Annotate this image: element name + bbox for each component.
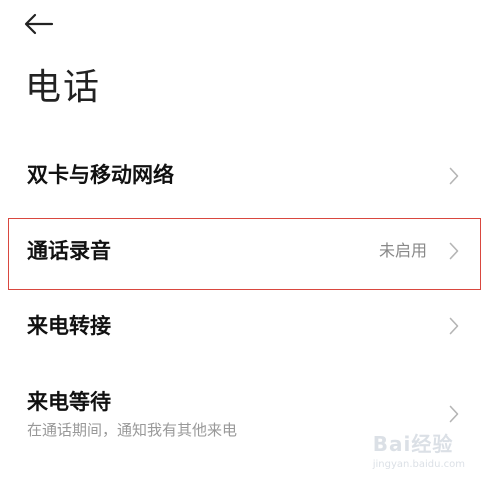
- watermark-brand: Bai经验: [372, 432, 454, 456]
- page-title: 电话: [25, 67, 102, 108]
- row-title: 来电等待: [27, 390, 111, 414]
- row-title: 双卡与移动网络: [27, 163, 174, 187]
- back-button[interactable]: [24, 8, 64, 40]
- arrow-left-icon: [24, 13, 54, 35]
- row-subtitle: 在通话期间，通知我有其他来电: [27, 421, 238, 439]
- chevron-right-icon: [449, 317, 459, 335]
- settings-row-call-forwarding[interactable]: 来电转接: [0, 296, 487, 358]
- highlight-box: [8, 218, 481, 290]
- chevron-right-icon: [449, 167, 459, 185]
- chevron-right-icon: [449, 405, 459, 423]
- settings-row-dual-sim[interactable]: 双卡与移动网络: [0, 145, 487, 207]
- row-title: 来电转接: [27, 314, 111, 338]
- watermark-logo: Bai经验 jingyan.baidu.com: [373, 428, 465, 470]
- watermark-site: jingyan.baidu.com: [372, 459, 465, 470]
